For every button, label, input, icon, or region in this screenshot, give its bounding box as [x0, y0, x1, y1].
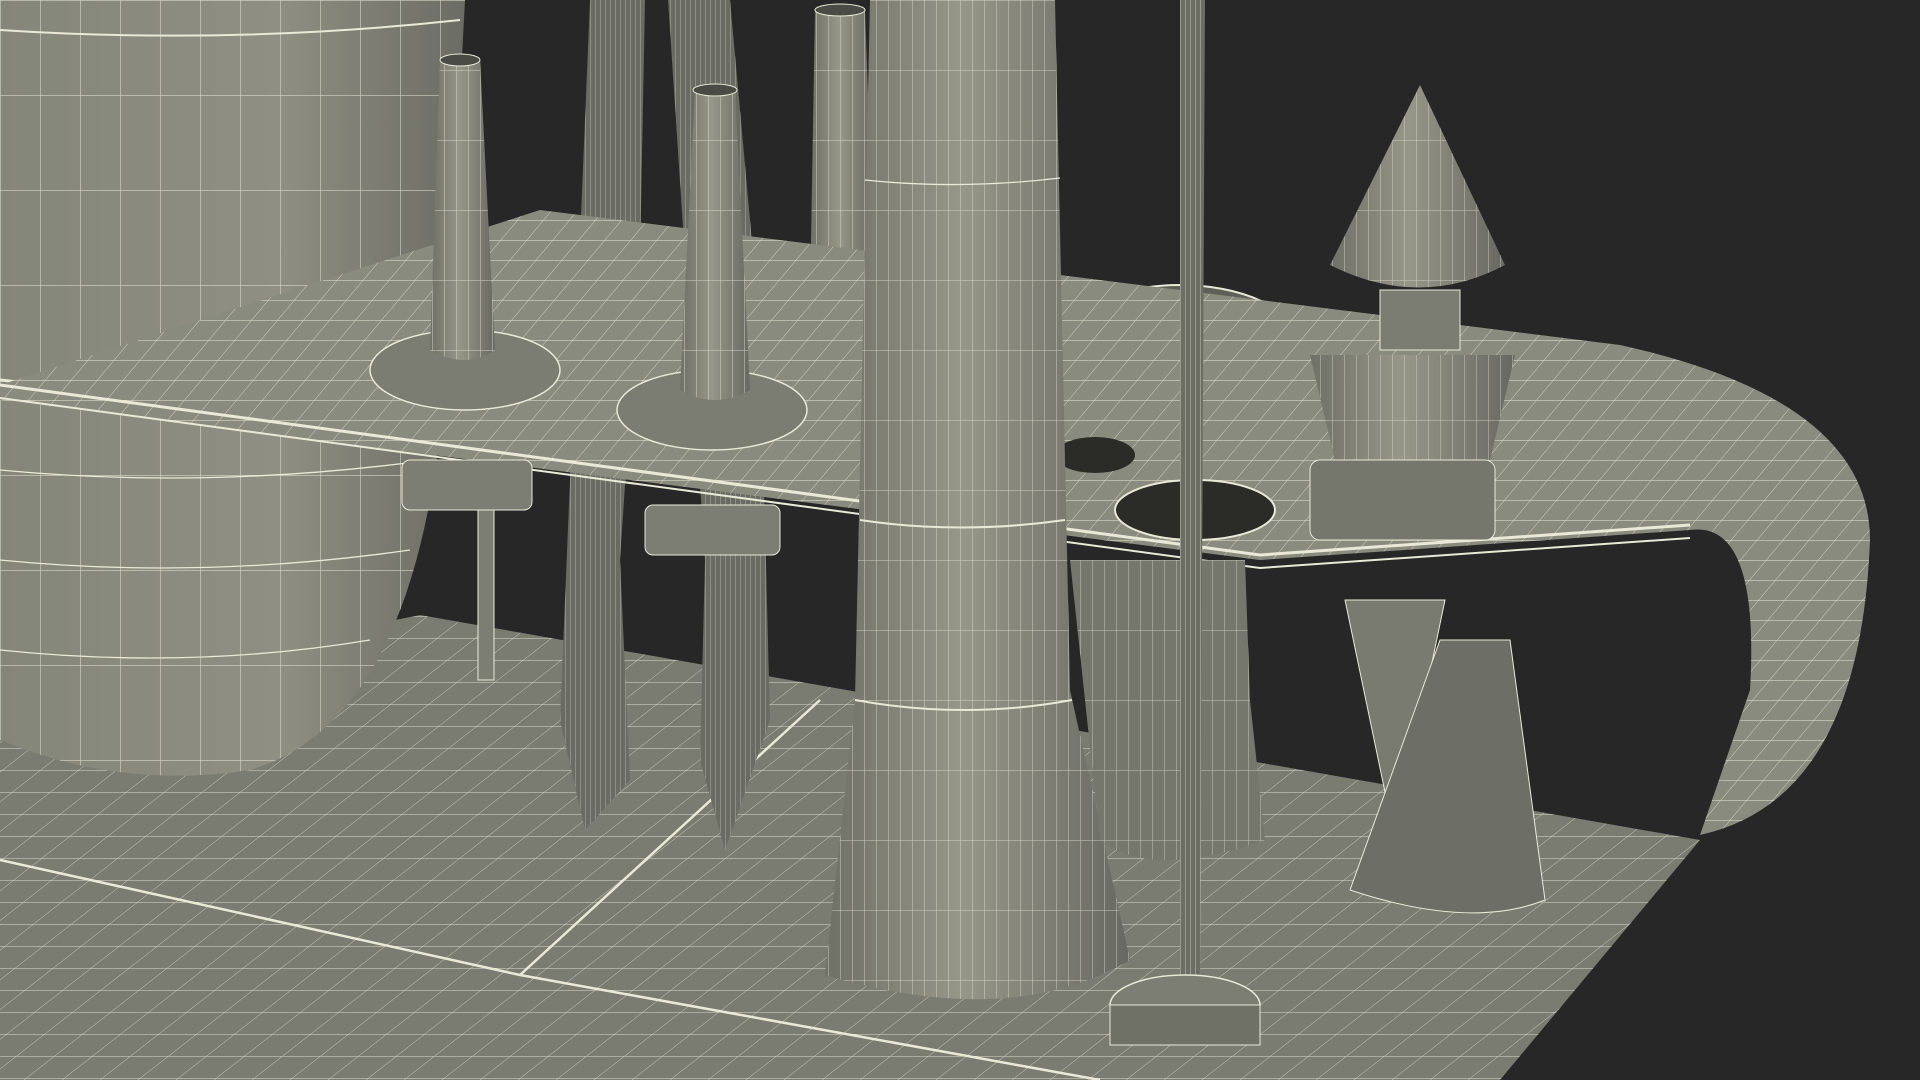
3d-viewport[interactable] [0, 0, 1920, 1080]
jigger[interactable] [1070, 560, 1265, 860]
wireframe-scene [0, 0, 1870, 1080]
